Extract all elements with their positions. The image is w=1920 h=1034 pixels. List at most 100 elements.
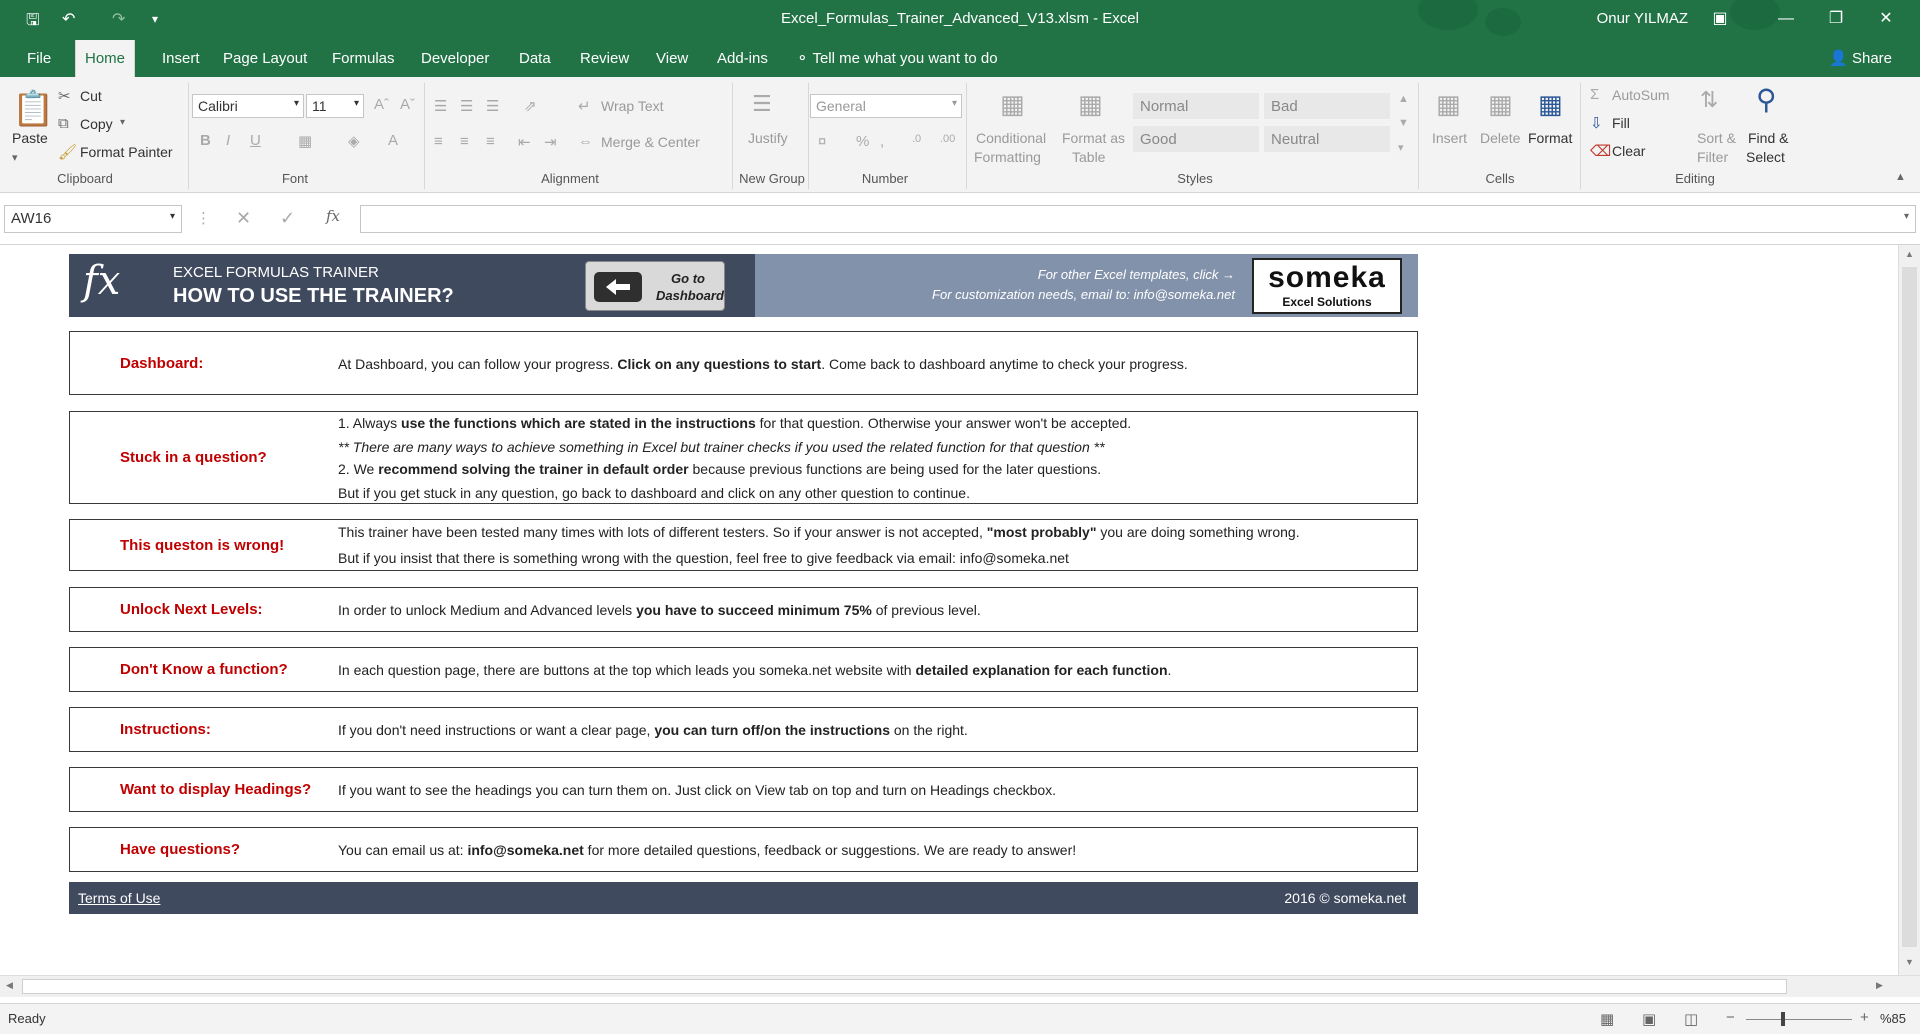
zoom-level[interactable]: %85 [1880, 1011, 1906, 1026]
comma-icon[interactable]: , [880, 133, 884, 150]
orientation-icon[interactable]: ⇗ [524, 97, 537, 115]
zoom-slider-handle[interactable] [1781, 1012, 1785, 1026]
font-size-select[interactable]: 11 ▾ [306, 94, 364, 118]
find-select-icon[interactable]: ⚲ [1756, 83, 1777, 116]
other-templates-link[interactable]: For other Excel templates, click → [1038, 267, 1235, 282]
italic-icon[interactable]: I [226, 132, 230, 149]
copy-icon[interactable]: ⧉ [58, 115, 69, 132]
zoom-slider[interactable] [1746, 1019, 1852, 1020]
scroll-down-icon[interactable]: ▼ [1905, 957, 1914, 967]
align-bottom-icon[interactable]: ☰ [486, 97, 499, 115]
formula-input[interactable]: ▾ [360, 205, 1916, 233]
format-as-table-icon[interactable]: ▦ [1078, 89, 1103, 120]
conditional-formatting-button[interactable]: Conditional [976, 130, 1046, 146]
format-painter-button[interactable]: Format Painter [80, 144, 173, 160]
copy-dropdown-icon[interactable]: ▾ [120, 117, 125, 128]
format-cells-button[interactable]: Format [1528, 130, 1572, 146]
tab-file[interactable]: File [18, 40, 60, 77]
align-right-icon[interactable]: ≡ [486, 133, 495, 150]
scroll-up-icon[interactable]: ▲ [1905, 249, 1914, 259]
delete-cells-icon[interactable]: ▦ [1488, 89, 1513, 120]
fill-button[interactable]: Fill [1612, 115, 1630, 131]
horizontal-scrollbar[interactable]: ◀ ▶ [0, 975, 1920, 997]
font-name-select[interactable]: Calibri ▾ [192, 94, 304, 118]
tab-formulas[interactable]: Formulas [323, 40, 404, 77]
terms-of-use-link[interactable]: Terms of Use [78, 890, 160, 906]
increase-indent-icon[interactable]: ⇥ [544, 133, 557, 151]
tab-data[interactable]: Data [510, 40, 560, 77]
decrease-font-icon[interactable]: Aˇ [400, 96, 415, 113]
vertical-scrollbar[interactable]: ▲ ▼ [1898, 245, 1920, 977]
restore-icon[interactable]: ❐ [1816, 6, 1856, 32]
style-good[interactable]: Good [1132, 125, 1260, 153]
tab-insert[interactable]: Insert [153, 40, 209, 77]
decrease-indent-icon[interactable]: ⇤ [518, 133, 531, 151]
normal-view-icon[interactable]: ▦ [1600, 1010, 1614, 1028]
styles-more-icon[interactable]: ▾ [1398, 141, 1404, 154]
font-color-icon[interactable]: A [388, 132, 398, 149]
wrap-text-button[interactable]: Wrap Text [601, 98, 664, 114]
ribbon-display-icon[interactable]: ▣ [1700, 6, 1740, 32]
delete-cells-button[interactable]: Delete [1480, 130, 1520, 146]
find-select-button[interactable]: Find & [1748, 130, 1788, 146]
page-break-view-icon[interactable]: ◫ [1684, 1010, 1698, 1028]
merge-center-button[interactable]: Merge & Center [601, 134, 700, 150]
underline-icon[interactable]: U [250, 132, 261, 149]
cut-button[interactable]: Cut [80, 88, 102, 104]
horizontal-scroll-thumb[interactable] [22, 979, 1787, 994]
more-options-icon[interactable]: ⋮ [196, 209, 211, 227]
merge-icon[interactable]: ⇔ [578, 133, 593, 150]
format-painter-icon[interactable]: 🖌 [58, 143, 77, 161]
insert-cells-button[interactable]: Insert [1432, 130, 1467, 146]
justify-icon[interactable]: ☰ [752, 91, 772, 117]
fill-color-icon[interactable]: ◈ [348, 132, 360, 150]
decrease-decimal-icon[interactable]: .00 [940, 133, 955, 145]
tab-developer[interactable]: Developer [412, 40, 498, 77]
wrap-text-icon[interactable]: ↵ [578, 97, 591, 115]
cancel-icon[interactable]: ✕ [236, 208, 251, 229]
borders-icon[interactable]: ▦ [298, 132, 312, 150]
tab-add-ins[interactable]: Add-ins [708, 40, 777, 77]
someka-logo[interactable]: someka Excel Solutions [1252, 258, 1402, 314]
close-icon[interactable]: ✕ [1866, 6, 1906, 32]
copy-button[interactable]: Copy [80, 116, 113, 132]
vertical-scroll-thumb[interactable] [1902, 267, 1917, 947]
scroll-left-icon[interactable]: ◀ [6, 980, 13, 991]
zoom-out-icon[interactable]: − [1726, 1009, 1735, 1026]
currency-icon[interactable]: ¤ [818, 133, 826, 150]
tab-review[interactable]: Review [571, 40, 638, 77]
style-neutral[interactable]: Neutral [1263, 125, 1391, 153]
percent-icon[interactable]: % [856, 133, 869, 150]
tab-home[interactable]: Home [75, 40, 136, 77]
increase-decimal-icon[interactable]: .0 [912, 133, 921, 145]
scroll-right-icon[interactable]: ▶ [1876, 980, 1883, 991]
align-center-icon[interactable]: ≡ [460, 133, 469, 150]
clear-button[interactable]: Clear [1612, 143, 1645, 159]
name-box[interactable]: AW16 ▾ [4, 205, 182, 233]
justify-button[interactable]: Justify [748, 130, 788, 146]
increase-font-icon[interactable]: Aˆ [374, 96, 389, 113]
style-normal[interactable]: Normal [1132, 92, 1260, 120]
tell-me-search[interactable]: ⚬ Tell me what you want to do [796, 40, 998, 77]
collapse-ribbon-icon[interactable]: ▲ [1895, 171, 1906, 183]
fill-icon[interactable]: ⇩ [1590, 114, 1603, 132]
align-middle-icon[interactable]: ☰ [460, 97, 473, 115]
align-left-icon[interactable]: ≡ [434, 133, 443, 150]
autosum-button[interactable]: AutoSum [1612, 87, 1670, 103]
bold-icon[interactable]: B [200, 132, 211, 149]
page-layout-view-icon[interactable]: ▣ [1642, 1010, 1656, 1028]
paste-icon[interactable]: 📋 [12, 89, 54, 129]
styles-scroll-up-icon[interactable]: ▲ [1398, 93, 1409, 105]
conditional-formatting-icon[interactable]: ▦ [1000, 89, 1025, 120]
paste-button[interactable]: Paste [12, 130, 48, 146]
format-as-table-button[interactable]: Format as [1062, 130, 1125, 146]
sort-filter-icon[interactable]: ⇅ [1700, 87, 1718, 113]
cut-icon[interactable]: ✂ [58, 87, 71, 105]
format-cells-icon[interactable]: ▦ [1538, 89, 1563, 120]
go-to-dashboard-button[interactable]: Go to Dashboard [585, 261, 725, 311]
enter-icon[interactable]: ✓ [280, 208, 295, 229]
email-link[interactable]: info@someka.net [467, 842, 583, 858]
number-format-select[interactable]: General ▾ [810, 94, 962, 118]
insert-function-icon[interactable]: fx [326, 207, 340, 225]
autosum-icon[interactable]: Σ [1590, 86, 1599, 103]
